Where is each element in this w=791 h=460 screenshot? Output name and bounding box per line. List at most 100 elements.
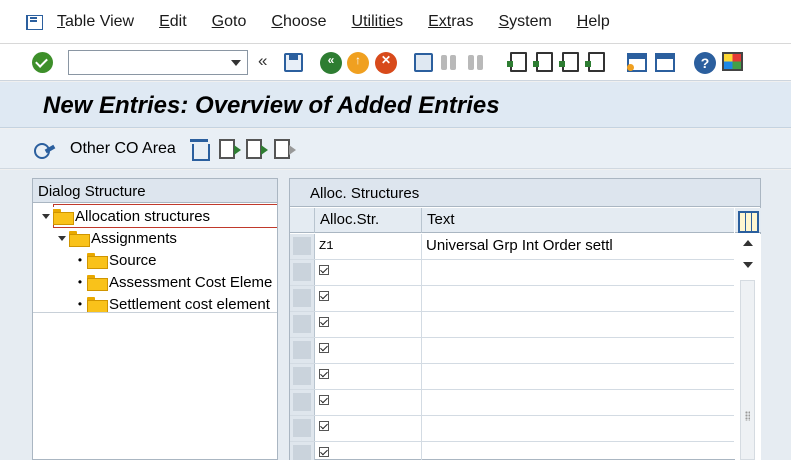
find-next-icon[interactable] (467, 53, 486, 72)
title-bar: New Entries: Overview of Added Entries (0, 82, 791, 128)
customize-layout-icon[interactable] (722, 52, 743, 71)
system-menu-icon[interactable] (24, 13, 44, 31)
row-selector[interactable] (290, 364, 315, 389)
menu-utilities[interactable]: Utilities (352, 13, 404, 31)
print-icon[interactable] (414, 53, 433, 72)
back-icon[interactable]: « (320, 52, 342, 74)
scroll-up-icon[interactable] (743, 240, 753, 246)
tree-node-assessment-cost-elements[interactable]: • Assessment Cost Eleme (75, 271, 272, 293)
expand-toggle-icon[interactable] (57, 233, 67, 243)
alloc-str-cell[interactable] (315, 416, 422, 441)
text-cell[interactable] (422, 338, 734, 363)
menu-choose-label: hoose (282, 12, 327, 30)
other-co-area-icon[interactable] (34, 140, 56, 159)
alloc-str-cell[interactable] (315, 442, 422, 460)
help-icon[interactable]: ? (694, 52, 716, 74)
menu-system[interactable]: System (498, 13, 551, 31)
text-cell[interactable] (422, 416, 734, 441)
save-icon[interactable] (284, 53, 303, 72)
next-page-icon[interactable] (559, 52, 579, 72)
row-selector[interactable] (290, 390, 315, 415)
alloc-str-cell[interactable] (315, 260, 422, 285)
menu-table-view-label: able View (65, 12, 135, 30)
tree-node-assignments[interactable]: Assignments (57, 227, 177, 249)
application-toolbar: Other CO Area (0, 129, 791, 169)
menu-help[interactable]: Help (577, 13, 610, 31)
row-selector[interactable] (290, 286, 315, 311)
table-title: Alloc. Structures (290, 179, 760, 207)
row-selector[interactable] (290, 338, 315, 363)
text-cell[interactable] (422, 312, 734, 337)
tree-node-settlement-cost-element[interactable]: • Settlement cost element (75, 293, 270, 312)
delete-icon[interactable] (190, 139, 210, 161)
menu-goto[interactable]: Goto (212, 13, 247, 31)
previous-page-icon[interactable] (533, 52, 553, 72)
expand-toggle-icon[interactable] (41, 211, 51, 221)
scroll-down-icon[interactable] (743, 262, 753, 268)
text-cell[interactable] (422, 390, 734, 415)
menu-utilities-label: s (395, 12, 404, 30)
table-row (290, 312, 734, 338)
row-selector[interactable] (290, 312, 315, 337)
generate-shortcut-icon[interactable] (655, 53, 675, 72)
text-cell[interactable]: Universal Grp Int Order settl (422, 234, 734, 259)
select-block-icon[interactable] (246, 139, 268, 159)
cancel-icon[interactable]: ✕ (375, 52, 397, 74)
last-page-icon[interactable] (585, 52, 605, 72)
find-icon[interactable] (440, 53, 459, 72)
text-cell[interactable] (422, 286, 734, 311)
select-all-icon[interactable] (219, 139, 241, 159)
table-body: Z1 Universal Grp Int Order settl (290, 234, 734, 460)
select-all-column-header[interactable] (290, 208, 315, 233)
other-co-area-button[interactable]: Other CO Area (70, 140, 176, 158)
table-row (290, 338, 734, 364)
first-page-icon[interactable] (507, 52, 527, 72)
create-session-icon[interactable] (627, 53, 647, 72)
enter-check-icon[interactable] (32, 52, 53, 73)
scroll-grip-icon[interactable] (745, 411, 750, 421)
input-check-icon (319, 369, 329, 379)
column-header-text[interactable]: Text (422, 208, 734, 233)
menu-table-view[interactable]: Table View (57, 13, 134, 31)
page-title: New Entries: Overview of Added Entries (43, 92, 500, 119)
vertical-scrollbar[interactable] (735, 234, 761, 460)
alloc-str-cell[interactable] (315, 312, 422, 337)
collapse-command-icon[interactable]: « (258, 51, 267, 71)
tree-node-allocation-structures[interactable]: Allocation structures (41, 205, 210, 227)
alloc-structures-table: Alloc. Structures Alloc.Str. Text Z1 Uni… (289, 178, 761, 460)
alloc-str-cell[interactable] (315, 286, 422, 311)
table-settings-icon[interactable] (735, 208, 761, 233)
tree-node-source[interactable]: • Source (75, 249, 157, 271)
text-cell[interactable] (422, 442, 734, 460)
input-check-icon (319, 447, 329, 457)
column-header-alloc-str[interactable]: Alloc.Str. (315, 208, 422, 233)
menu-edit-label: dit (169, 12, 187, 30)
table-row: Z1 Universal Grp Int Order settl (290, 234, 734, 260)
row-selector[interactable] (290, 416, 315, 441)
folder-icon (87, 275, 108, 291)
menu-extras[interactable]: Extras (428, 13, 473, 31)
command-dropdown-arrow-icon[interactable] (231, 60, 241, 66)
row-selector[interactable] (290, 260, 315, 285)
input-check-icon (319, 265, 329, 275)
menu-edit[interactable]: Edit (159, 13, 187, 31)
table-row (290, 364, 734, 390)
command-field[interactable] (68, 50, 248, 75)
tree-node-label: Assignments (91, 229, 177, 247)
scroll-track[interactable] (740, 280, 755, 460)
menu-choose[interactable]: Choose (271, 13, 326, 31)
row-selector[interactable] (290, 442, 315, 460)
text-cell[interactable] (422, 364, 734, 389)
alloc-str-cell[interactable] (315, 338, 422, 363)
row-selector[interactable] (290, 234, 315, 259)
dialog-structure-panel: Dialog Structure Allocation structures A… (32, 178, 278, 460)
bullet-icon: • (77, 275, 83, 289)
alloc-str-cell[interactable]: Z1 (315, 234, 422, 259)
menu-goto-mnemonic: G (211, 12, 225, 30)
alloc-str-cell[interactable] (315, 390, 422, 415)
exit-icon[interactable]: ↑ (347, 52, 369, 74)
text-cell[interactable] (422, 260, 734, 285)
tree-node-label: Allocation structures (75, 207, 211, 225)
alloc-str-cell[interactable] (315, 364, 422, 389)
deselect-all-icon[interactable] (274, 139, 296, 159)
